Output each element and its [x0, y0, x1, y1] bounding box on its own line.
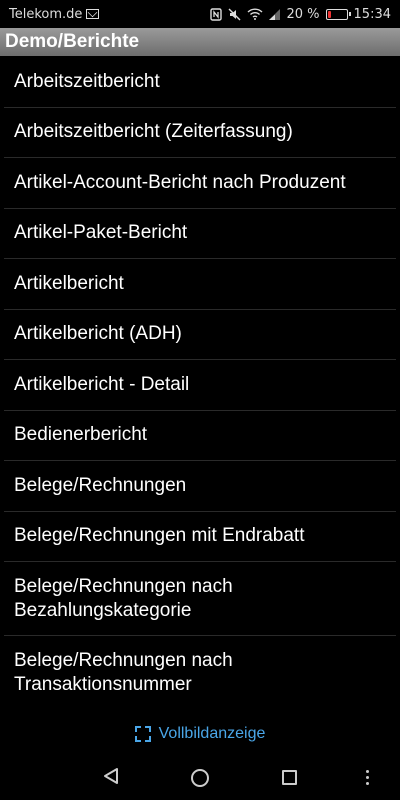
- back-button[interactable]: [86, 755, 136, 800]
- signal-icon: [268, 8, 281, 20]
- more-button[interactable]: [342, 755, 392, 800]
- home-icon: [191, 768, 209, 787]
- fullscreen-label: Vollbildanzeige: [158, 725, 266, 742]
- clock: 15:34: [353, 6, 391, 22]
- mail-icon: [86, 9, 100, 19]
- battery-level-fill: [327, 10, 331, 18]
- report-item-belege-rechnungen[interactable]: Belege/Rechnungen: [4, 461, 396, 512]
- carrier-name: Telekom.de: [9, 6, 83, 22]
- report-item-bedienerbericht[interactable]: Bedienerbericht: [4, 411, 396, 461]
- report-item-label: Artikelbericht (ADH): [14, 323, 182, 345]
- back-icon: [102, 767, 120, 789]
- report-item-label: Belege/Rechnungen nach Transaktionsnumme…: [14, 650, 233, 695]
- report-item-label: Artikel-Paket-Bericht: [14, 222, 188, 244]
- report-list: Arbeitszeitbericht Arbeitszeitbericht (Z…: [0, 57, 400, 710]
- status-right: 20 % 15:34: [209, 6, 391, 22]
- report-item-artikel-paket-bericht[interactable]: Artikel-Paket-Bericht: [4, 209, 396, 259]
- recents-icon: [281, 770, 297, 785]
- home-button[interactable]: [175, 755, 225, 800]
- report-item-artikelbericht-detail[interactable]: Artikelbericht - Detail: [4, 360, 396, 411]
- battery-icon: [325, 8, 351, 20]
- report-item-label: Arbeitszeitbericht: [14, 70, 160, 92]
- report-item-label: Belege/Rechnungen mit Endrabatt: [14, 525, 305, 547]
- report-item-artikelbericht-adh[interactable]: Artikelbericht (ADH): [4, 310, 396, 360]
- navigation-bar: [0, 755, 400, 800]
- mute-icon: [228, 8, 241, 21]
- page-title: Demo/Berichte: [5, 31, 140, 52]
- report-item-artikel-account-bericht[interactable]: Artikel-Account-Bericht nach Produzent: [4, 158, 396, 209]
- expand-icon: [134, 726, 151, 742]
- report-item-label: Artikel-Account-Bericht nach Produzent: [14, 171, 346, 193]
- status-left: Telekom.de: [9, 6, 100, 22]
- report-item-label: Bedienerbericht: [14, 424, 148, 446]
- report-item-arbeitszeitbericht[interactable]: Arbeitszeitbericht: [4, 57, 396, 108]
- report-item-belege-rechnungen-endrabatt[interactable]: Belege/Rechnungen mit Endrabatt: [4, 512, 396, 562]
- fullscreen-button[interactable]: Vollbildanzeige: [0, 722, 400, 746]
- battery-percent: 20 %: [286, 6, 320, 22]
- report-item-label: Artikelbericht: [14, 272, 124, 294]
- recents-button[interactable]: [264, 755, 314, 800]
- report-item-label: Arbeitszeitbericht (Zeiterfassung): [14, 121, 293, 143]
- title-bar: Demo/Berichte: [0, 28, 400, 56]
- report-item-label: Artikelbericht - Detail: [14, 373, 190, 395]
- wifi-icon: [247, 8, 263, 20]
- more-icon: [365, 770, 369, 785]
- nfc-icon: [209, 7, 222, 21]
- report-item-belege-rechnungen-transaktionsnummer[interactable]: Belege/Rechnungen nach Transaktionsnumme…: [4, 636, 396, 710]
- report-item-label: Belege/Rechnungen nach Bezahlungskategor…: [14, 575, 233, 621]
- report-item-artikelbericht[interactable]: Artikelbericht: [4, 259, 396, 310]
- report-item-arbeitszeitbericht-zeiterfassung[interactable]: Arbeitszeitbericht (Zeiterfassung): [4, 108, 396, 158]
- report-item-belege-rechnungen-bezahlungskategorie[interactable]: Belege/Rechnungen nach Bezahlungskategor…: [4, 562, 396, 636]
- report-item-label: Belege/Rechnungen: [14, 474, 187, 496]
- status-bar: Telekom.de 20 % 15:34: [0, 0, 400, 28]
